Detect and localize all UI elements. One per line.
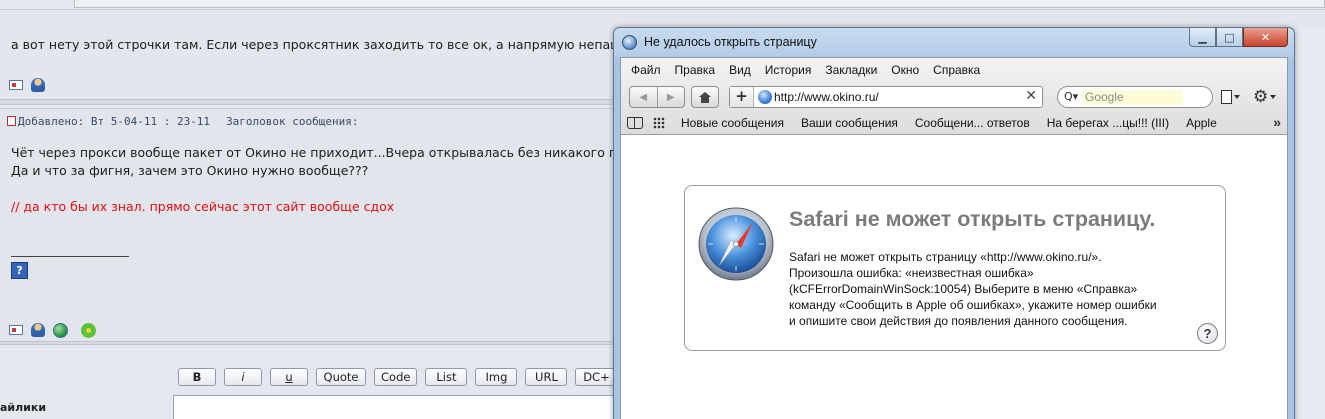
window-title: Не удалось открыть страницу — [644, 35, 817, 49]
home-icon — [699, 91, 711, 103]
window-titlebar[interactable]: Не удалось открыть страницу ▁ □ ✕ — [614, 28, 1294, 57]
post-doc-icon — [7, 116, 16, 126]
home-button[interactable] — [691, 86, 719, 108]
error-line: и опишите свои действия до появления дан… — [789, 314, 1128, 328]
bookmark-item[interactable]: Ваши сообщения — [801, 116, 898, 130]
help-button[interactable]: ? — [1197, 323, 1218, 344]
post-message: а вот нету этой строчки там. Если через … — [11, 37, 641, 52]
search-field[interactable]: Q▾ Google — [1057, 86, 1213, 108]
flower-icon[interactable] — [80, 322, 96, 338]
user-icon[interactable] — [30, 322, 46, 338]
page-right-strip — [1295, 30, 1325, 419]
post-actions — [8, 322, 96, 338]
bbcode-toolbar: B i u Quote Code List Img URL DC+ — [178, 368, 618, 386]
forward-button[interactable]: ▶ — [656, 87, 685, 107]
add-bookmark-button[interactable]: + — [730, 87, 754, 107]
error-message: Safari не может открыть страницу «http:/… — [789, 249, 1209, 329]
error-title: Safari не может открыть страницу. — [789, 207, 1156, 231]
smileys-label: айлики — [0, 401, 47, 414]
post-added: Добавлено: Вт 5-04-11 : 23-11 — [7, 115, 210, 128]
list-button[interactable]: List — [425, 368, 468, 386]
maximize-button[interactable]: □ — [1216, 28, 1243, 47]
grid-icon[interactable] — [653, 117, 665, 129]
post-header: Добавлено: Вт 5-04-11 : 23-11 Заголовок … — [7, 115, 359, 128]
profile-card-icon[interactable] — [8, 322, 24, 338]
profile-card-icon[interactable] — [8, 77, 24, 93]
error-line: Произошла ошибка: «неизвестная ошибка» — [789, 266, 1034, 280]
error-line: Safari не может открыть страницу «http:/… — [789, 250, 1102, 264]
menu-bar: Файл Правка Вид История Закладки Окно Сп… — [631, 63, 980, 77]
user-icon[interactable] — [30, 77, 46, 93]
bookmark-item[interactable]: Сообщени... ответов — [915, 116, 1030, 130]
quote-button[interactable]: Quote — [316, 368, 366, 386]
settings-menu-button[interactable]: ⚙ — [1253, 88, 1283, 106]
url-input[interactable]: http://www.okino.ru/ — [774, 90, 879, 104]
search-input[interactable]: Google — [1082, 90, 1183, 105]
post-line: Да и что за фигня, зачем это Окино нужно… — [11, 163, 369, 178]
back-button[interactable]: ◀ — [630, 87, 657, 107]
favicon-icon — [758, 90, 772, 104]
close-button[interactable]: ✕ — [1243, 28, 1288, 47]
signature-divider — [11, 256, 129, 257]
help-icon[interactable]: ? — [11, 262, 28, 279]
chevron-down-icon — [1270, 95, 1277, 99]
book-icon[interactable] — [627, 117, 643, 129]
bold-button[interactable]: B — [178, 368, 216, 386]
bookmark-item[interactable]: Новые сообщения — [681, 116, 784, 130]
quote-box — [74, 0, 1325, 8]
window-controls: ▁ □ ✕ — [1189, 28, 1288, 47]
safari-compass-icon — [698, 207, 774, 281]
stop-icon[interactable]: ✕ — [1025, 88, 1037, 104]
page-content: Safari не может открыть страницу. Safari… — [620, 135, 1288, 419]
error-line: команду «Сообщить в Apple об ошибках», у… — [789, 298, 1157, 312]
error-line: (kCFErrorDomainWinSock:10054) Выберите в… — [789, 282, 1138, 296]
back-forward-buttons: ◀ ▶ — [629, 86, 685, 108]
bookmarks-bar: Новые сообщения Ваши сообщения Сообщени.… — [627, 114, 1281, 132]
post-subject-label: Заголовок сообщения: — [226, 115, 359, 128]
safari-window: Не удалось открыть страницу ▁ □ ✕ Файл П… — [613, 27, 1295, 419]
dc-plus-button[interactable]: DC+ — [575, 368, 618, 386]
post-red-quote: // да кто бы их знал. прямо сейчас этот … — [11, 199, 395, 214]
menu-bookmarks[interactable]: Закладки — [825, 63, 877, 77]
menu-view[interactable]: Вид — [729, 63, 751, 77]
bookmark-item[interactable]: На берегах ...цы!!! (III) — [1047, 116, 1169, 130]
code-button[interactable]: Code — [374, 368, 418, 386]
post-actions — [8, 77, 46, 93]
post-line: Чёт через прокси вообще пакет от Окино н… — [11, 145, 656, 160]
menu-history[interactable]: История — [765, 63, 812, 77]
bookmarks-overflow-icon[interactable]: » — [1273, 114, 1281, 130]
menu-edit[interactable]: Правка — [675, 63, 716, 77]
error-panel: Safari не может открыть страницу. Safari… — [684, 185, 1226, 351]
page-menu-icon — [1221, 90, 1232, 104]
italic-button[interactable]: i — [224, 368, 262, 386]
browser-chrome: Файл Правка Вид История Закладки Окно Сп… — [620, 57, 1288, 135]
img-button[interactable]: Img — [475, 368, 518, 386]
search-icon[interactable]: Q▾ — [1064, 90, 1080, 104]
menu-file[interactable]: Файл — [631, 63, 661, 77]
chevron-down-icon — [1234, 95, 1240, 99]
post-body: Чёт через прокси вообще пакет от Окино н… — [11, 144, 655, 216]
gear-icon: ⚙ — [1253, 87, 1269, 107]
message-textarea[interactable] — [173, 395, 633, 419]
underline-button[interactable]: u — [270, 368, 308, 386]
address-bar[interactable]: + http://www.okino.ru/ ✕ — [729, 86, 1043, 108]
menu-window[interactable]: Окно — [891, 63, 919, 77]
safari-compass-icon — [622, 35, 637, 50]
page-menu-button[interactable] — [1221, 88, 1247, 106]
minimize-button[interactable]: ▁ — [1189, 28, 1216, 47]
url-button[interactable]: URL — [525, 368, 568, 386]
menu-help[interactable]: Справка — [933, 63, 980, 77]
globe-icon[interactable] — [52, 322, 68, 338]
bookmark-item[interactable]: Apple — [1186, 116, 1217, 130]
